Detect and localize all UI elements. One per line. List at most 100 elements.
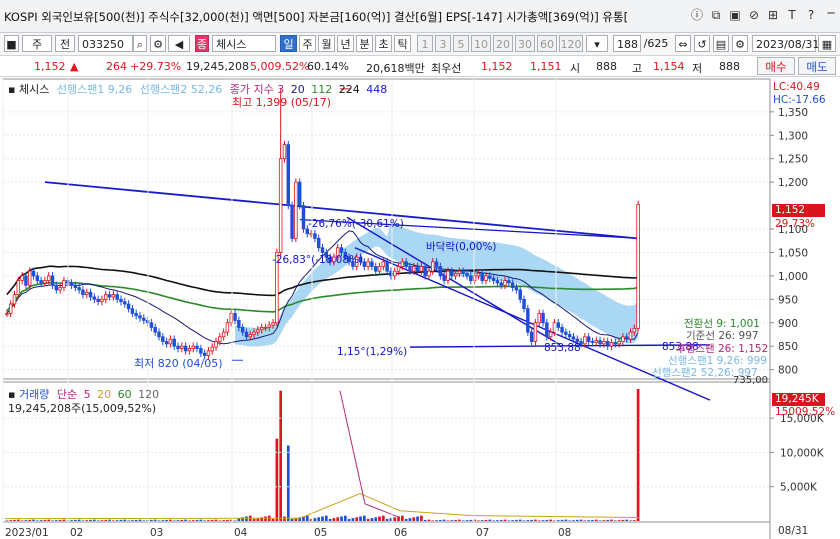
tab-monthly[interactable]: 월 bbox=[318, 35, 335, 52]
legend-ma-448[interactable]: 448 bbox=[366, 83, 387, 96]
volume-bar bbox=[613, 520, 617, 521]
checkbox-toggle[interactable]: ■ bbox=[4, 35, 19, 52]
tab-weekly[interactable]: 주 bbox=[299, 35, 316, 52]
volume-bar bbox=[127, 520, 130, 521]
volume-bar bbox=[104, 519, 108, 521]
candle-body bbox=[495, 280, 500, 284]
interval-5[interactable]: 5 bbox=[453, 35, 469, 52]
candle-body bbox=[77, 287, 81, 291]
interval-60[interactable]: 60 bbox=[537, 35, 557, 52]
candle-body bbox=[164, 341, 169, 345]
volume-bar bbox=[610, 519, 613, 521]
copy-icon[interactable]: ⧉ bbox=[709, 8, 723, 22]
pin-icon[interactable]: ⊞ bbox=[766, 8, 780, 22]
candle-body bbox=[362, 261, 367, 267]
candle-body bbox=[297, 181, 302, 206]
volume-bar bbox=[5, 520, 9, 521]
info-icon[interactable]: ⓘ bbox=[690, 8, 704, 22]
volume-bar bbox=[123, 519, 127, 521]
volume-bar bbox=[374, 517, 378, 521]
candle-body bbox=[408, 266, 412, 272]
price-y-ticks: 1,3501,3001,2501,2001,1001,0501,00095090… bbox=[770, 107, 808, 377]
quote-bar: 1,152 ▲ 264 +29.73% 19,245,208 5,009.52%… bbox=[0, 56, 840, 77]
interval-3[interactable]: 3 bbox=[435, 35, 451, 52]
tab-minute[interactable]: 분 bbox=[356, 35, 373, 52]
candle-body bbox=[221, 331, 226, 338]
best-ask: 1,151 bbox=[530, 60, 562, 73]
candle-body bbox=[461, 270, 465, 274]
candle-body bbox=[396, 266, 401, 272]
prev-period-button[interactable]: 전 bbox=[55, 35, 75, 52]
volume-bar bbox=[522, 520, 526, 521]
trend-annotation-2: -26,83°(-18,08%) bbox=[272, 254, 364, 266]
reset-icon[interactable]: ↺ bbox=[694, 35, 710, 52]
legend-ma-224[interactable]: 224 bbox=[339, 83, 360, 96]
x-tick-label: 04 bbox=[234, 527, 248, 539]
volume-bar bbox=[606, 519, 610, 521]
volume-bar bbox=[119, 519, 123, 521]
link-icon[interactable]: ⊘ bbox=[747, 8, 761, 22]
trend-annotation-1: -26,76%(-30,61%) bbox=[308, 218, 404, 230]
font-size-icon[interactable]: T bbox=[785, 8, 799, 22]
settings-gear-icon[interactable]: ⚙ bbox=[150, 35, 166, 52]
volume-bar bbox=[355, 517, 359, 521]
help-icon[interactable]: ? bbox=[804, 8, 818, 22]
candle-body bbox=[46, 275, 51, 281]
tab-tick[interactable]: 틱 bbox=[394, 35, 411, 52]
window-buttons: ─ bbox=[824, 6, 838, 20]
sell-button[interactable]: 매도 bbox=[798, 57, 836, 75]
legend-ichimoku-span2[interactable]: 선행스팬2 52,26 bbox=[140, 83, 222, 96]
interval-10[interactable]: 10 bbox=[471, 35, 491, 52]
volume-bar bbox=[572, 520, 575, 521]
volume-bar bbox=[108, 519, 111, 521]
date-input[interactable]: 2023/08/31 bbox=[752, 35, 819, 52]
buy-button[interactable]: 매수 bbox=[757, 57, 795, 75]
search-icon[interactable]: ⌕ bbox=[133, 35, 147, 52]
minimize-icon[interactable]: ─ bbox=[824, 6, 838, 20]
calendar-icon[interactable]: ▦ bbox=[818, 35, 836, 52]
tab-yearly[interactable]: 년 bbox=[337, 35, 354, 52]
zoom-icon[interactable]: ⇔ bbox=[675, 35, 691, 52]
interval-dropdown[interactable]: ▾ bbox=[586, 35, 608, 52]
x-tick-label: 2023/01 bbox=[5, 527, 49, 539]
candle-body bbox=[533, 322, 538, 342]
interval-120[interactable]: 120 bbox=[559, 35, 583, 52]
candle-body bbox=[605, 341, 610, 347]
volume-bar bbox=[492, 520, 495, 521]
volume-bar bbox=[427, 519, 431, 521]
volume-bar bbox=[560, 519, 564, 521]
volume-bar bbox=[157, 520, 161, 521]
volume-bar bbox=[252, 518, 256, 521]
volume-bar bbox=[20, 520, 24, 521]
legend-toggle-icon[interactable]: ▪ bbox=[8, 83, 19, 96]
gear-icon[interactable]: ⚙ bbox=[732, 35, 748, 52]
legend-stock[interactable]: 체시스 bbox=[19, 83, 49, 96]
interval-1[interactable]: 1 bbox=[417, 35, 433, 52]
save-icon[interactable]: ▤ bbox=[713, 35, 729, 52]
price-volume-chart[interactable]: 1,3501,3001,2501,2001,1001,0501,00095090… bbox=[0, 77, 840, 539]
tab-second[interactable]: 초 bbox=[375, 35, 392, 52]
candle-body bbox=[316, 237, 321, 249]
volume-bar bbox=[226, 519, 229, 521]
candle-body bbox=[218, 336, 222, 342]
volume-bar bbox=[591, 519, 594, 521]
layout-icon[interactable]: ▣ bbox=[728, 8, 742, 22]
legend-ichimoku-span1[interactable]: 선행스팬1 9,26 bbox=[57, 83, 132, 96]
candle-body bbox=[256, 329, 260, 333]
volume-bar bbox=[77, 519, 81, 521]
chart-area[interactable]: 1,350 1,300 1,250 1,200 1,100 1,050 1,000 950 90… bbox=[0, 77, 840, 539]
stock-code-input[interactable]: 033250 bbox=[78, 35, 133, 52]
volume-bar bbox=[74, 519, 77, 521]
candle-body bbox=[267, 324, 271, 328]
stock-name-field[interactable]: 체시스 bbox=[212, 35, 276, 52]
candle-body bbox=[529, 331, 534, 342]
sound-icon[interactable]: ◀ bbox=[168, 35, 190, 52]
interval-30[interactable]: 30 bbox=[515, 35, 535, 52]
volume-bar bbox=[556, 520, 560, 521]
tab-daily[interactable]: 일 bbox=[280, 35, 297, 52]
interval-20[interactable]: 20 bbox=[493, 35, 513, 52]
market-select[interactable]: 주 bbox=[22, 35, 52, 52]
x-tick-label: 03 bbox=[150, 527, 163, 539]
display-count-input[interactable]: 188 bbox=[613, 35, 641, 52]
volume-bar bbox=[488, 519, 492, 521]
